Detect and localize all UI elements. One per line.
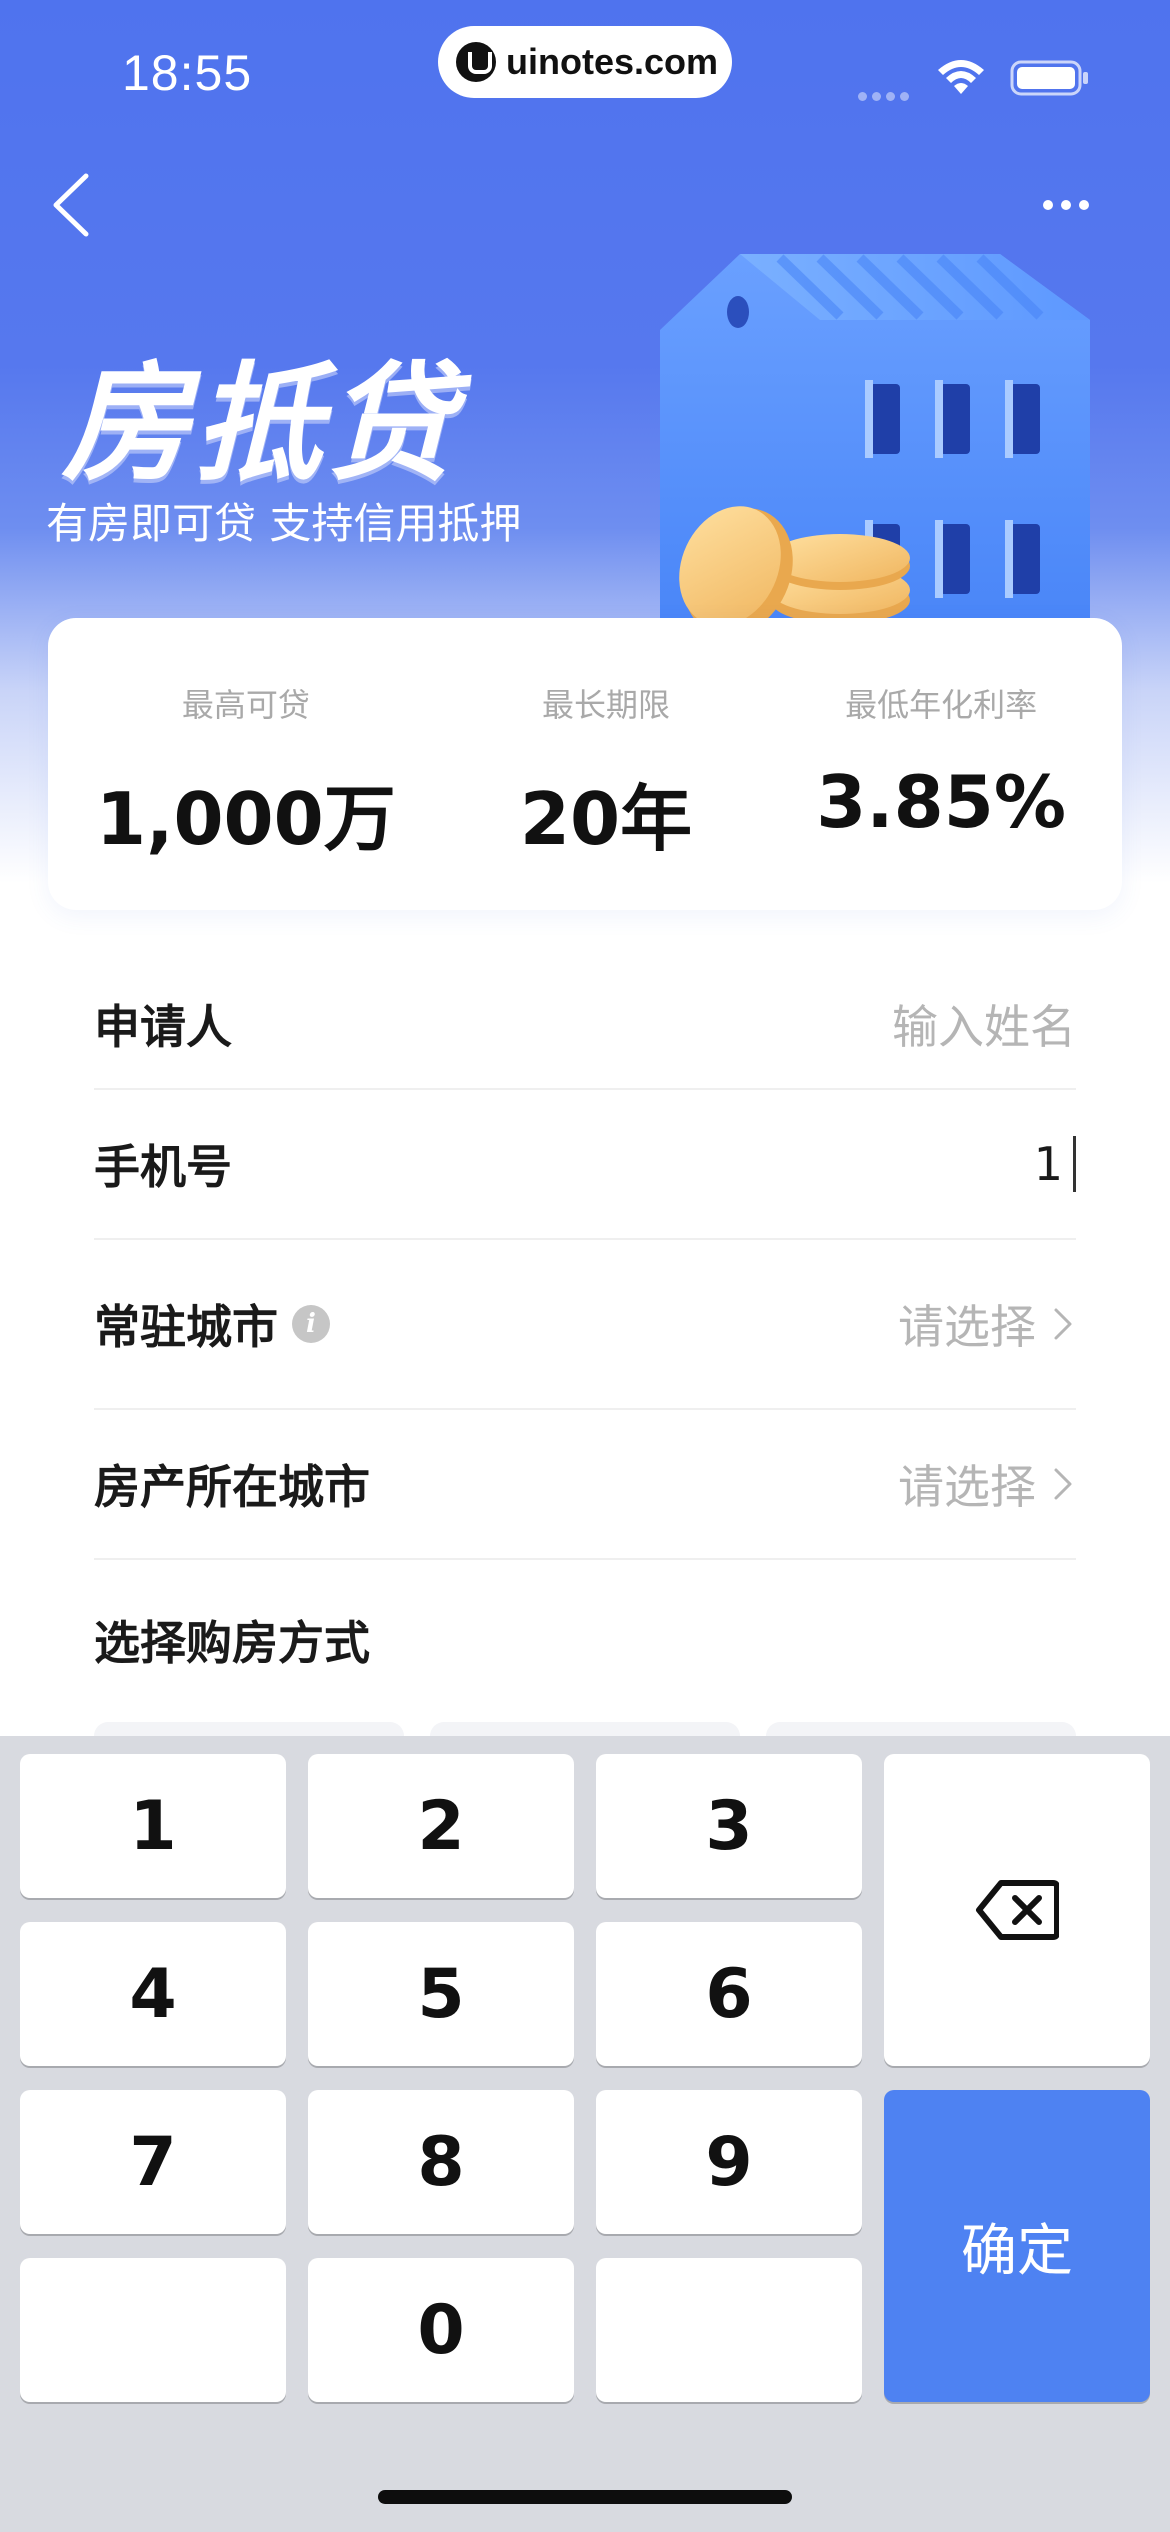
property-city-value: 请选择 bbox=[898, 1460, 1036, 1514]
chevron-right-icon bbox=[1054, 1468, 1072, 1500]
page-subtitle: 有房即可贷 支持信用抵押 bbox=[46, 499, 522, 548]
more-options-button[interactable] bbox=[1034, 180, 1098, 230]
key-0[interactable]: 0 bbox=[308, 2258, 574, 2402]
resident-city-label-text: 常驻城市 bbox=[94, 1300, 278, 1354]
stat-label: 最低年化利率 bbox=[845, 686, 1038, 724]
property-city-label: 房产所在城市 bbox=[94, 1460, 370, 1514]
uinotes-logo-icon bbox=[456, 42, 496, 82]
property-city-select[interactable]: 请选择 bbox=[898, 1451, 1076, 1517]
stat-value: 20年 bbox=[519, 777, 693, 861]
backspace-icon bbox=[976, 1880, 1059, 1940]
status-time: 18:55 bbox=[122, 45, 253, 101]
back-button[interactable] bbox=[46, 170, 96, 240]
info-icon[interactable]: i bbox=[292, 1305, 330, 1343]
applicant-row: 申请人 输入姓名 bbox=[94, 960, 1076, 1090]
site-badge: uinotes.com bbox=[438, 26, 732, 98]
key-1[interactable]: 1 bbox=[20, 1754, 286, 1898]
key-4[interactable]: 4 bbox=[20, 1922, 286, 2066]
key-2[interactable]: 2 bbox=[308, 1754, 574, 1898]
backspace-key[interactable] bbox=[884, 1754, 1150, 2066]
phone-label: 手机号 bbox=[94, 1140, 232, 1194]
resident-city-select[interactable]: 请选择 bbox=[898, 1291, 1076, 1357]
page-title: 房抵贷 bbox=[62, 350, 459, 499]
phone-input[interactable]: 1 bbox=[1034, 1136, 1076, 1192]
resident-city-row[interactable]: 常驻城市 i 请选择 bbox=[94, 1240, 1076, 1410]
key-9[interactable]: 9 bbox=[596, 2090, 862, 2234]
house-coins-illustration bbox=[660, 254, 1090, 636]
stat-label: 最高可贷 bbox=[181, 686, 310, 724]
confirm-button[interactable]: 确定 bbox=[884, 2090, 1150, 2402]
application-form: 申请人 输入姓名 手机号 1 常驻城市 i 请选择 房产所在城市 请选择 选择购… bbox=[94, 960, 1076, 1720]
wifi-icon bbox=[938, 60, 984, 94]
stat-value: 3.85% bbox=[816, 760, 1066, 844]
key-empty-left bbox=[20, 2258, 286, 2402]
text-cursor bbox=[1073, 1136, 1076, 1192]
battery-icon bbox=[1010, 60, 1088, 96]
loan-summary-card: 最高可贷 1,000万 最长期限 20年 最低年化利率 3.85% bbox=[48, 618, 1122, 910]
applicant-label: 申请人 bbox=[94, 1000, 232, 1054]
numeric-keyboard: 1 2 3 4 5 6 7 8 9 确定 0 bbox=[0, 1736, 1170, 2532]
property-city-row[interactable]: 房产所在城市 请选择 bbox=[94, 1410, 1076, 1560]
key-empty-right bbox=[596, 2258, 862, 2402]
applicant-name-input[interactable]: 输入姓名 bbox=[892, 991, 1076, 1057]
key-5[interactable]: 5 bbox=[308, 1922, 574, 2066]
resident-city-value: 请选择 bbox=[898, 1300, 1036, 1354]
phone-row: 手机号 1 bbox=[94, 1090, 1076, 1240]
signal-icon bbox=[858, 86, 916, 101]
stat-max-term: 最长期限 20年 bbox=[520, 618, 692, 910]
phone-input-value: 1 bbox=[1033, 1137, 1063, 1191]
site-badge-text: uinotes.com bbox=[506, 41, 719, 82]
home-indicator[interactable] bbox=[378, 2490, 792, 2504]
resident-city-label: 常驻城市 i bbox=[94, 1291, 330, 1357]
key-6[interactable]: 6 bbox=[596, 1922, 862, 2066]
key-8[interactable]: 8 bbox=[308, 2090, 574, 2234]
status-bar: 18:55 uinotes.com bbox=[0, 0, 1170, 140]
stat-value: 1,000万 bbox=[96, 777, 396, 861]
key-3[interactable]: 3 bbox=[596, 1754, 862, 1898]
stat-min-rate: 最低年化利率 3.85% bbox=[816, 618, 1066, 910]
purchase-method-row: 选择购房方式 bbox=[94, 1560, 1076, 1720]
stat-max-amount: 最高可贷 1,000万 bbox=[96, 618, 396, 910]
stat-label: 最长期限 bbox=[541, 686, 670, 724]
key-7[interactable]: 7 bbox=[20, 2090, 286, 2234]
purchase-method-label: 选择购房方式 bbox=[94, 1616, 370, 1670]
chevron-right-icon bbox=[1054, 1308, 1072, 1340]
